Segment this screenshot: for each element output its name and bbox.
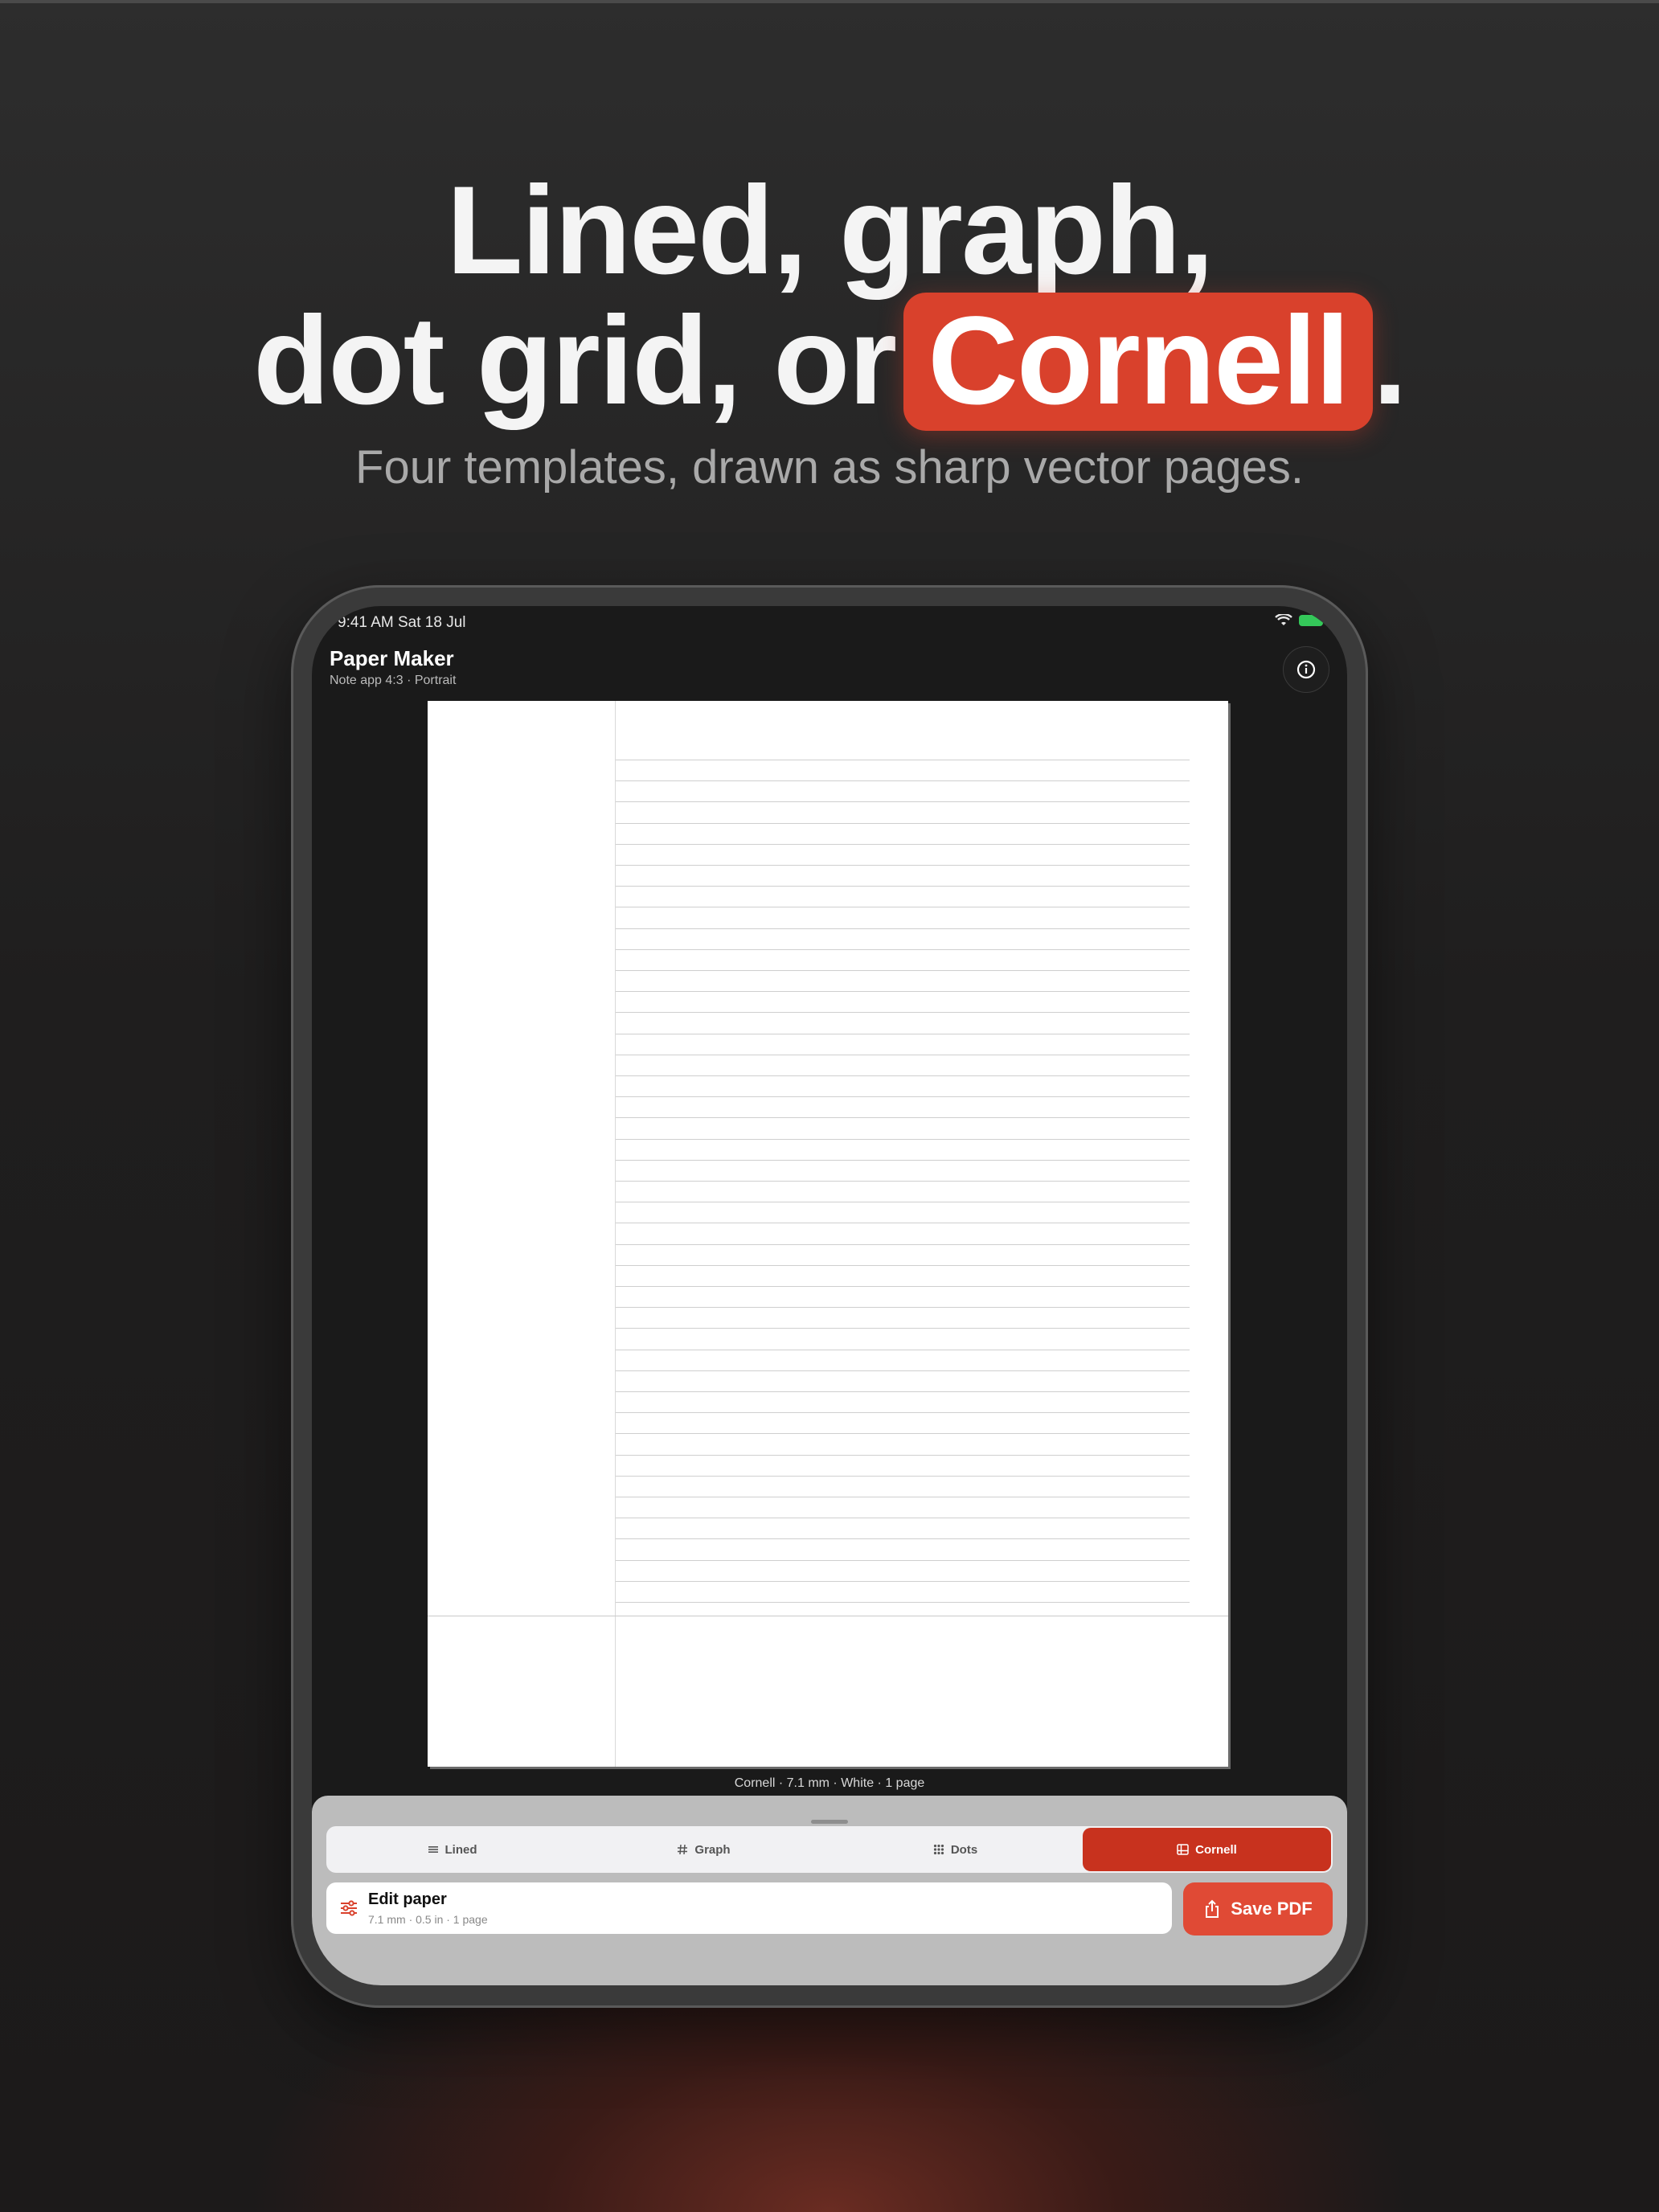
ruled-line [616,1412,1190,1414]
tab-dots-label: Dots [950,1842,978,1857]
app-title: Paper Maker [330,646,454,670]
preview-caption: Cornell · 7.1 mm · White · 1 page [734,1776,925,1790]
cue-column-divider [615,701,616,1767]
headline-highlight: Cornell [903,293,1373,431]
ruled-line [616,1370,1190,1371]
tab-cornell-label: Cornell [1195,1842,1237,1857]
ruled-line [616,1559,1190,1561]
ruled-line [616,970,1190,971]
bottom-sheet: Lined Graph Dots Cornell Edit paper 7.1 … [312,1796,1347,1985]
ruled-line [616,1307,1190,1309]
ruled-line [616,843,1190,845]
top-edge [0,0,1659,3]
headline-line-1: Lined, graph, [446,161,1214,301]
tab-graph[interactable]: Graph [580,1828,828,1871]
ruled-line [616,780,1190,782]
headline-suffix: . [1372,291,1407,431]
wifi-icon [1275,614,1292,625]
ruled-line [616,886,1190,887]
info-button[interactable] [1283,646,1329,693]
ruled-line [616,1159,1190,1161]
ruled-line [616,1075,1190,1076]
ruled-line [616,1117,1190,1119]
edit-paper-title: Edit paper [368,1890,447,1908]
info-icon [1296,660,1316,679]
ruled-line [616,1538,1190,1540]
ruled-line [616,1391,1190,1392]
status-icons [1275,614,1326,627]
ruled-line [616,1096,1190,1098]
lines-icon [428,1846,438,1853]
ruled-line [616,801,1190,803]
edit-paper-subtitle: 7.1 mm · 0.5 in · 1 page [368,1913,488,1926]
ruled-line [616,1433,1190,1435]
ruled-line [616,991,1190,993]
headline-prefix: dot grid, or [253,291,897,431]
share-icon [1206,1899,1219,1918]
tab-cornell[interactable]: Cornell [1083,1828,1331,1871]
subheadline: Four templates, drawn as sharp vector pa… [355,441,1304,494]
sheet-grabber[interactable] [811,1820,848,1824]
tab-graph-label: Graph [694,1842,731,1857]
app-subtitle: Note app 4:3 · Portrait [330,674,457,687]
tab-dots[interactable]: Dots [831,1828,1079,1871]
ruled-line [616,1286,1190,1287]
ruled-line [616,1454,1190,1456]
ruled-line [616,1264,1190,1266]
headline-line-2: dot grid, or Cornell. [0,293,1659,431]
save-pdf-label: Save PDF [1231,1899,1313,1919]
ruled-line [616,1475,1190,1477]
ruled-line [616,1181,1190,1182]
template-selector: Lined Graph Dots Cornell [326,1826,1333,1873]
battery-icon [1299,615,1326,626]
paper-preview[interactable] [428,701,1228,1767]
ruled-line [616,822,1190,824]
ruled-line [616,1138,1190,1140]
status-bar: 9:41 AM Sat 18 Jul [312,606,1347,646]
tab-lined[interactable]: Lined [328,1828,576,1871]
ruled-line [616,1328,1190,1329]
cornell-layout-icon [1177,1844,1189,1855]
ruled-line [616,1243,1190,1245]
tablet-screen: 9:41 AM Sat 18 Jul Paper Maker Note app … [312,606,1347,1985]
headline: Lined, graph, dot grid, or Cornell. [0,161,1659,431]
ruled-line [616,1580,1190,1582]
save-pdf-button[interactable]: Save PDF [1183,1882,1333,1936]
ruled-line [616,865,1190,866]
tab-lined-label: Lined [444,1842,477,1857]
ruled-line [616,928,1190,929]
ruled-line [616,948,1190,950]
status-time: 9:41 AM Sat 18 Jul [338,614,466,631]
hash-icon [678,1844,688,1855]
ruled-line [616,1602,1190,1603]
ruled-line [616,1012,1190,1014]
edit-paper-button[interactable]: Edit paper 7.1 mm · 0.5 in · 1 page [326,1882,1172,1934]
dots-grid-icon [933,1844,944,1855]
sliders-icon [341,1900,357,1916]
